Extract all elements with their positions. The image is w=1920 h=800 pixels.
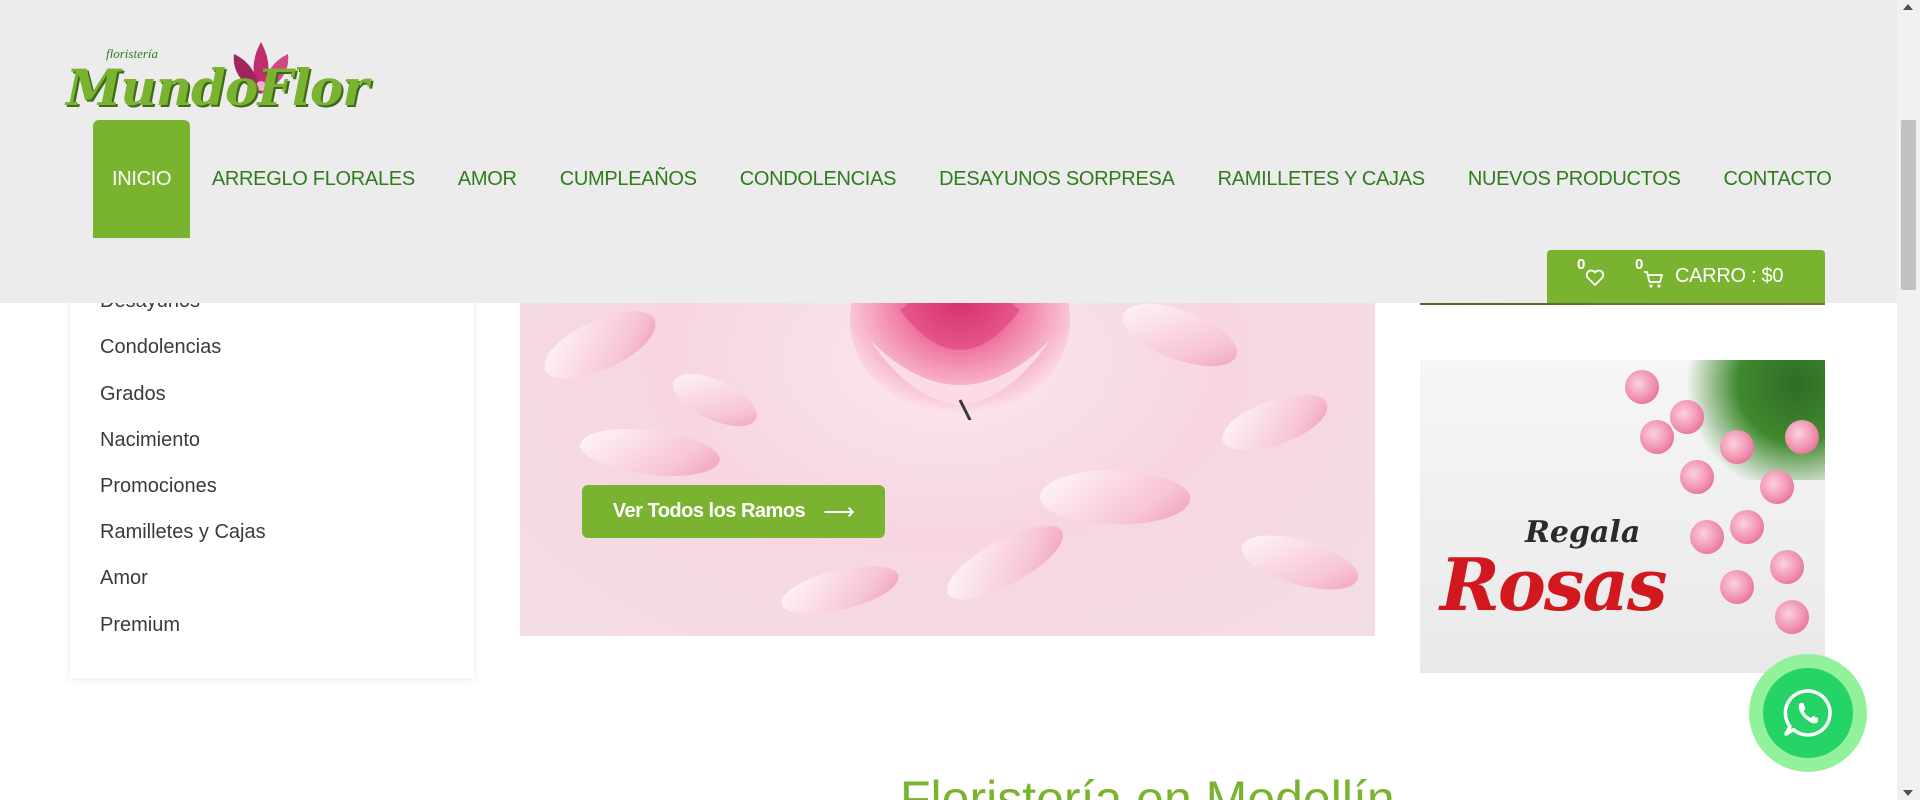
cart-bar: 0 0 CARRO : $0 bbox=[1547, 250, 1825, 303]
category-condolencias[interactable]: Condolencias bbox=[100, 336, 221, 359]
category-promociones[interactable]: Promociones bbox=[100, 475, 217, 498]
rose-decoration bbox=[1770, 550, 1804, 584]
nav-item-arreglo-florales[interactable]: ARREGLO FLORALES bbox=[190, 120, 436, 238]
main-nav: INICIO ARREGLO FLORALES AMOR CUMPLEAÑOS … bbox=[93, 120, 1853, 238]
petal-decoration bbox=[1216, 386, 1334, 459]
scroll-up-arrow-icon[interactable] bbox=[1903, 4, 1913, 10]
petal-decoration bbox=[1235, 520, 1365, 605]
nav-item-amor[interactable]: AMOR bbox=[436, 120, 538, 238]
nav-item-nuevos-productos[interactable]: NUEVOS PRODUCTOS bbox=[1446, 120, 1702, 238]
rose-decoration bbox=[1775, 600, 1809, 634]
petal-decoration bbox=[577, 418, 723, 487]
category-sidebar: Desayunos Condolencias Grados Nacimiento… bbox=[70, 240, 474, 678]
cart-icon bbox=[1644, 270, 1663, 288]
view-all-bouquets-button[interactable]: Ver Todos los Ramos ⟶ bbox=[582, 485, 885, 538]
nav-item-inicio[interactable]: INICIO bbox=[93, 120, 191, 238]
category-premium[interactable]: Premium bbox=[100, 614, 180, 637]
petal-decoration bbox=[535, 300, 665, 390]
section-heading: Floristería en Medellín bbox=[900, 771, 1395, 800]
category-nacimiento[interactable]: Nacimiento bbox=[100, 429, 200, 452]
petal-decoration bbox=[666, 360, 764, 440]
rose-decoration bbox=[1720, 430, 1754, 464]
rose-decoration bbox=[1760, 470, 1794, 504]
category-amor[interactable]: Amor bbox=[100, 567, 148, 590]
category-ramilletes-cajas[interactable]: Ramilletes y Cajas bbox=[100, 521, 266, 544]
nav-item-ramilletes-cajas[interactable]: RAMILLETES Y CAJAS bbox=[1196, 120, 1446, 238]
rose-decoration bbox=[1640, 420, 1674, 454]
scroll-down-arrow-icon[interactable] bbox=[1903, 790, 1913, 796]
view-all-bouquets-label: Ver Todos los Ramos bbox=[612, 500, 806, 522]
promo-rosas-text: Rosas bbox=[1440, 542, 1668, 627]
cart-total-label[interactable]: CARRO : $0 bbox=[1675, 265, 1783, 288]
arrow-right-icon: ⟶ bbox=[823, 498, 855, 524]
site-header: floristería MundoFlor INICIO ARREGLO FLO… bbox=[0, 0, 1897, 303]
scrollbar-thumb[interactable] bbox=[1901, 120, 1916, 290]
logo-wordmark: MundoFlor bbox=[66, 58, 369, 117]
cart-button[interactable]: 0 bbox=[1635, 256, 1671, 292]
petal-decoration bbox=[777, 559, 903, 621]
whatsapp-button[interactable] bbox=[1763, 668, 1853, 758]
rose-decoration bbox=[1680, 460, 1714, 494]
wishlist-button[interactable]: 0 bbox=[1577, 256, 1611, 292]
rose-decoration bbox=[1720, 570, 1754, 604]
nav-item-contacto[interactable]: CONTACTO bbox=[1702, 120, 1853, 238]
page-scrollbar[interactable] bbox=[1897, 0, 1920, 800]
petal-decoration bbox=[936, 514, 1074, 611]
regala-rosas-promo[interactable]: Regala Rosas bbox=[1420, 360, 1825, 673]
rose-decoration bbox=[1625, 370, 1659, 404]
nav-item-desayunos-sorpresa[interactable]: DESAYUNOS SORPRESA bbox=[918, 120, 1196, 238]
category-grados[interactable]: Grados bbox=[100, 383, 166, 406]
rose-decoration bbox=[1785, 420, 1819, 454]
rose-decoration bbox=[1670, 400, 1704, 434]
petal-decoration bbox=[1037, 463, 1193, 532]
rose-decoration bbox=[1690, 520, 1724, 554]
rose-decoration bbox=[1730, 510, 1764, 544]
heart-icon bbox=[1585, 269, 1605, 286]
nav-item-cumpleanos[interactable]: CUMPLEAÑOS bbox=[538, 120, 718, 238]
nav-item-condolencias[interactable]: CONDOLENCIAS bbox=[718, 120, 917, 238]
whatsapp-icon bbox=[1783, 689, 1832, 737]
site-logo[interactable]: floristería MundoFlor bbox=[66, 34, 376, 126]
